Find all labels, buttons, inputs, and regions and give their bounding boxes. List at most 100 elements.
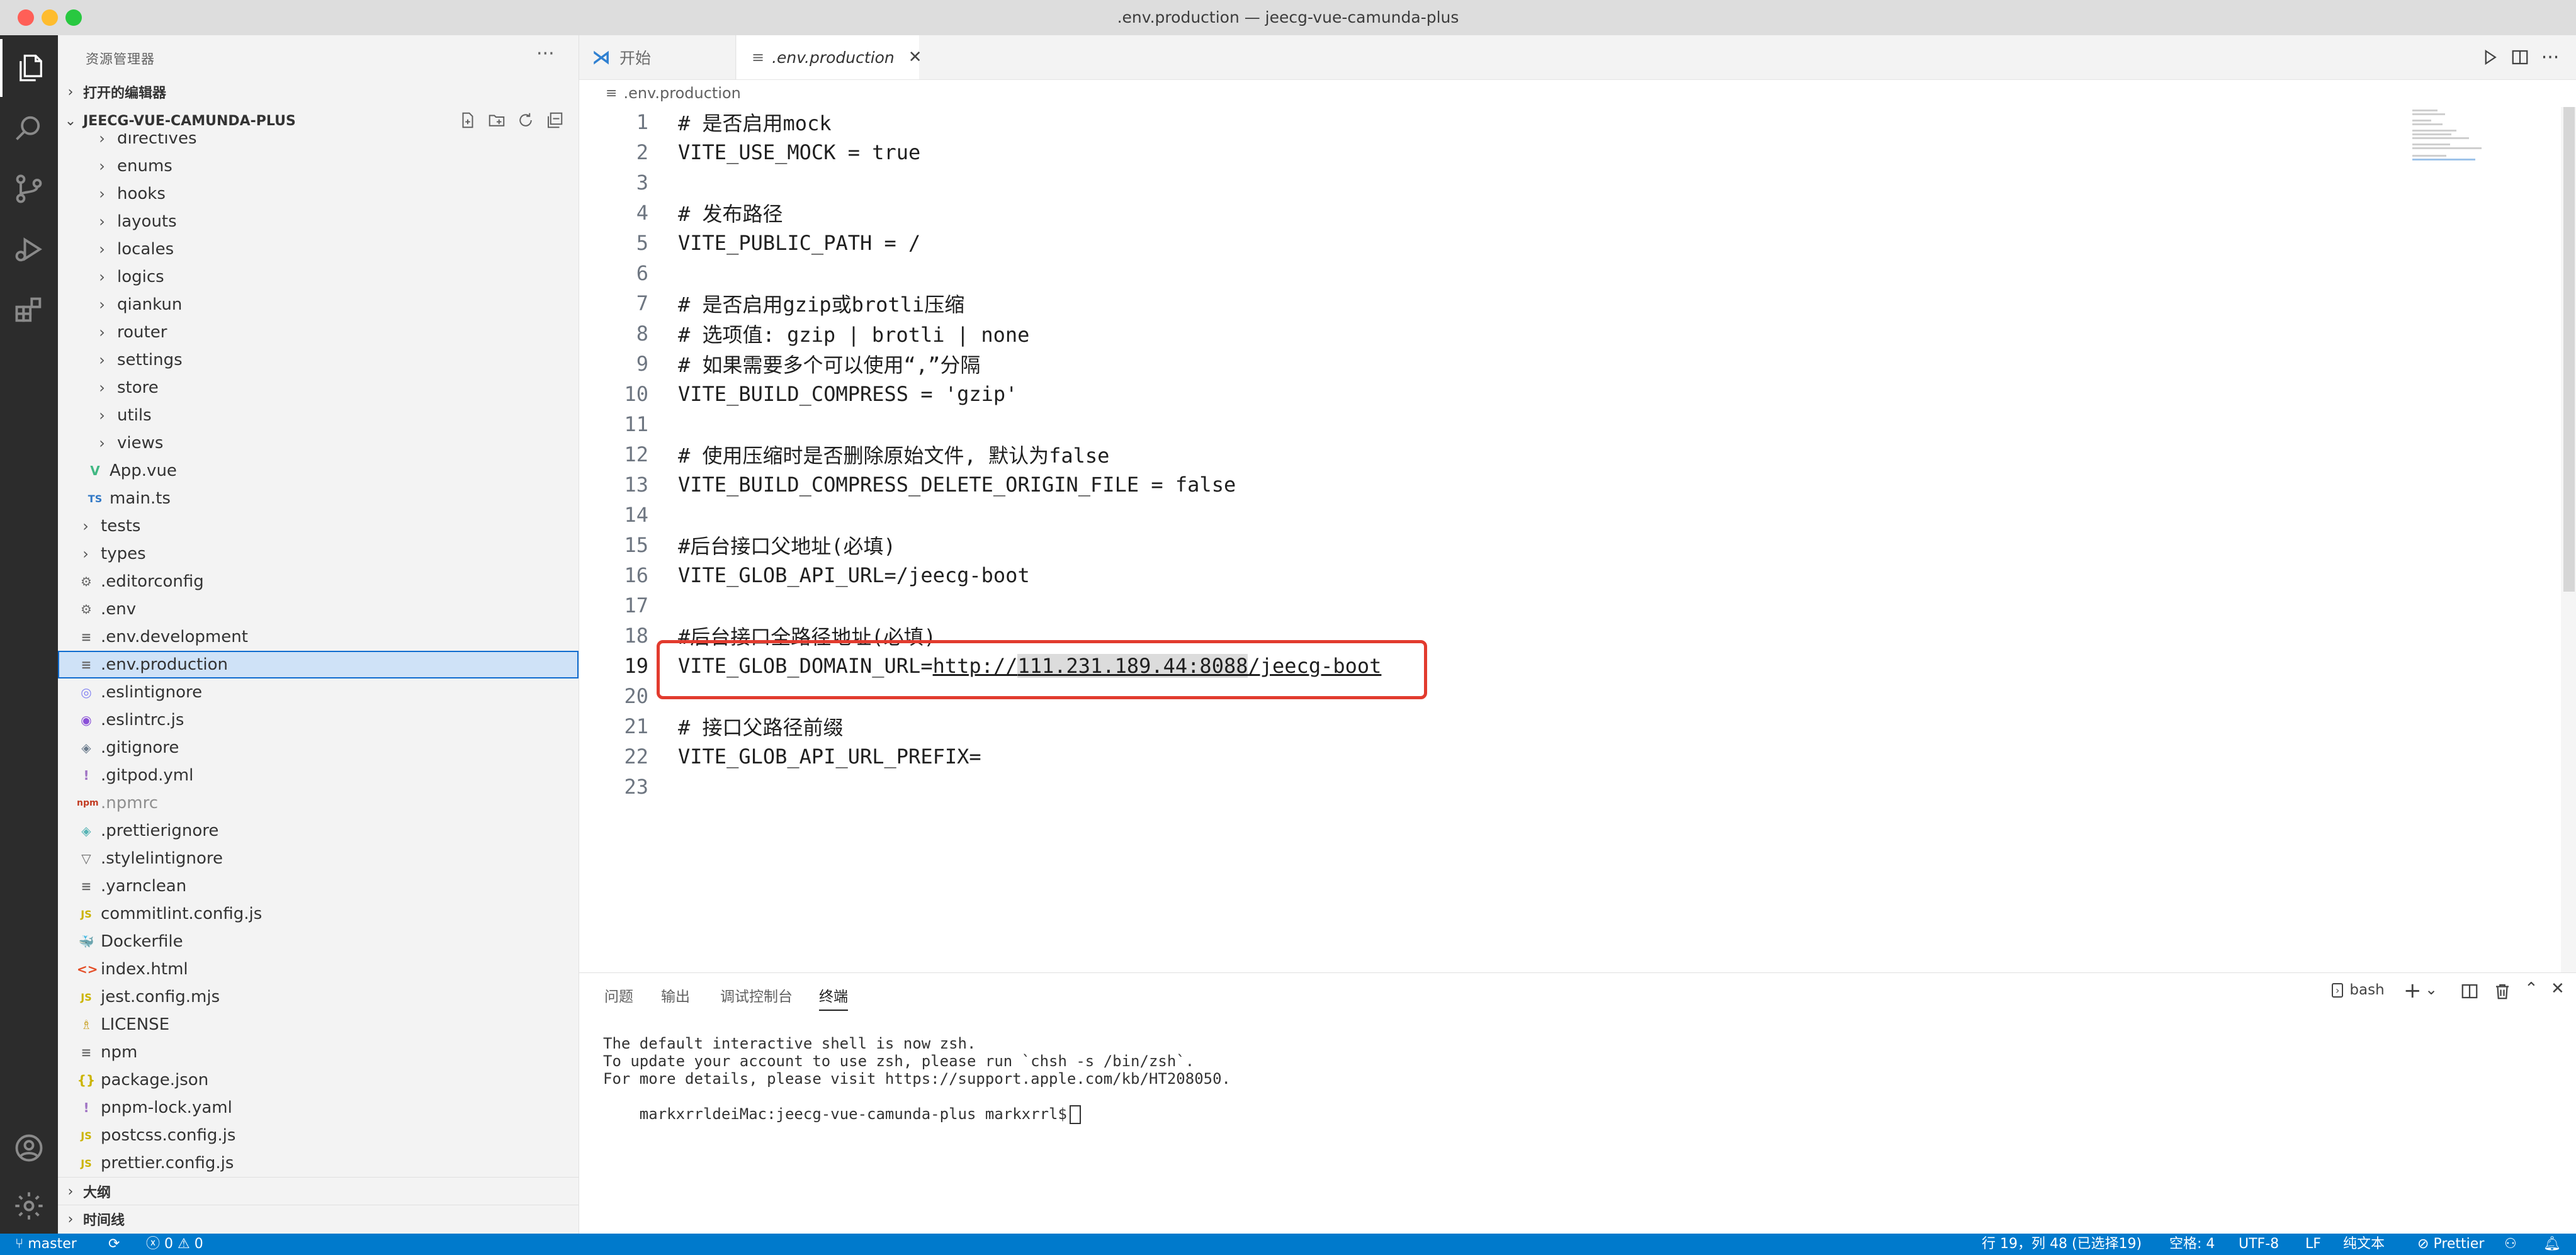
tree-item[interactable]: ≡ .env.development (58, 623, 579, 651)
tree-item[interactable]: › store (58, 374, 579, 402)
text-file-icon: ≡ (81, 629, 92, 644)
explorer-icon[interactable] (0, 39, 58, 97)
indentation[interactable]: 空格: 4 (2169, 1234, 2215, 1255)
trash-icon[interactable] (2490, 979, 2514, 1003)
branch-indicator[interactable]: ⑂ master (15, 1234, 77, 1255)
run-icon[interactable] (2478, 45, 2502, 69)
tree-item[interactable]: › directives (58, 133, 579, 152)
tab-terminal[interactable]: 终端 (819, 984, 848, 1011)
tree-item[interactable]: ⚙ .editorconfig (58, 568, 579, 595)
tree-item[interactable]: TS main.ts (58, 485, 579, 512)
prettier-status[interactable]: ⊘ Prettier (2417, 1234, 2484, 1255)
js-file-icon: JS (81, 908, 92, 920)
tree-item[interactable]: 🐳 Dockerfile (58, 928, 579, 955)
code-line: 16 VITE_GLOB_API_URL=/jeecg-boot (579, 560, 2531, 590)
maximize-panel-icon[interactable]: ⌃ (2524, 979, 2538, 998)
tab-output[interactable]: 输出 (661, 984, 690, 1006)
code-text: # 发布路径 (678, 202, 783, 226)
terminal-line: For more details, please visit https://s… (603, 1070, 1231, 1088)
tree-item[interactable]: › utils (58, 402, 579, 429)
tab-debug-console[interactable]: 调试控制台 (720, 984, 793, 1006)
tab-welcome[interactable]: ⋊ 开始 (579, 35, 736, 79)
outline-section[interactable]: › 大纲 (58, 1177, 579, 1205)
source-control-icon[interactable] (0, 160, 58, 218)
breadcrumb[interactable]: ≡ .env.production (579, 79, 2576, 107)
line-number: 3 (636, 171, 648, 194)
code-line: 13 VITE_BUILD_COMPRESS_DELETE_ORIGIN_FILE… (579, 470, 2531, 500)
refresh-icon[interactable] (514, 108, 538, 132)
tree-item[interactable]: ≡ .env.production (58, 651, 579, 678)
encoding[interactable]: UTF-8 (2239, 1234, 2279, 1255)
tree-item[interactable]: JS prettier.config.js (58, 1149, 579, 1177)
tree-item[interactable]: ◉ .eslintrc.js (58, 706, 579, 734)
tree-item[interactable]: ! .gitpod.yml (58, 762, 579, 789)
js-file-icon: JS (81, 1157, 92, 1169)
line-number: 17 (624, 594, 648, 617)
feedback-icon[interactable]: ⚇ (2504, 1234, 2517, 1255)
terminal-prompt[interactable]: markxrrldeiMac:jeecg-vue-camunda-plus ma… (603, 1088, 1081, 1142)
cursor-position[interactable]: 行 19，列 48 (已选择19) (1982, 1234, 2142, 1255)
tree-item[interactable]: JS jest.config.mjs (58, 983, 579, 1011)
new-folder-icon[interactable] (485, 108, 509, 132)
tree-item[interactable]: › enums (58, 152, 579, 180)
search-icon[interactable] (0, 99, 58, 157)
tree-item[interactable]: › locales (58, 235, 579, 263)
tree-item[interactable]: › types (58, 540, 579, 568)
tree-item[interactable]: › layouts (58, 208, 579, 235)
account-icon[interactable] (0, 1119, 58, 1177)
more-actions-icon[interactable]: ··· (2538, 45, 2562, 69)
tree-item[interactable]: ≡ npm (58, 1038, 579, 1066)
tree-item[interactable]: JS postcss.config.js (58, 1122, 579, 1149)
tree-item[interactable]: › views (58, 429, 579, 457)
tree-item[interactable]: ▽ .stylelintignore (58, 845, 579, 872)
chevron-down-icon[interactable]: ⌄ (2425, 981, 2438, 998)
tree-item[interactable]: npm .npmrc (58, 789, 579, 817)
tree-item[interactable]: ◎ .eslintignore (58, 678, 579, 706)
line-number: 2 (636, 140, 648, 164)
scrollbar-thumb[interactable] (2563, 107, 2575, 592)
tree-item[interactable]: ! pnpm-lock.yaml (58, 1094, 579, 1122)
split-terminal-icon[interactable] (2458, 979, 2482, 1003)
code-editor[interactable]: 1 # 是否启用mock 2 VITE_USE_MOCK = true 3 4 # 发布路径… (579, 107, 2576, 972)
tree-item[interactable]: › logics (58, 263, 579, 291)
tab-problems[interactable]: 问题 (604, 984, 633, 1006)
split-editor-icon[interactable] (2508, 45, 2532, 69)
tree-item[interactable]: <> index.html (58, 955, 579, 983)
more-actions-icon[interactable]: ··· (536, 43, 555, 65)
terminal-shell-selector[interactable]: › bash (2332, 982, 2385, 998)
tree-item[interactable]: {} package.json (58, 1066, 579, 1094)
tree-item[interactable]: › tests (58, 512, 579, 540)
tree-item[interactable]: › hooks (58, 180, 579, 208)
language-mode[interactable]: 纯文本 (2343, 1234, 2385, 1255)
tree-item-label: .env.production (101, 655, 228, 674)
code-line: 21 # 接口父路径前缀 (579, 711, 2531, 741)
new-terminal-icon[interactable]: + (2404, 978, 2422, 1003)
tree-item[interactable]: ♗ LICENSE (58, 1011, 579, 1038)
minimap[interactable] (2411, 107, 2487, 164)
tree-item[interactable]: ≡ .yarnclean (58, 872, 579, 900)
sync-icon[interactable]: ⟳ (108, 1234, 120, 1255)
settings-gear-icon[interactable] (0, 1177, 58, 1235)
extensions-icon[interactable] (0, 281, 58, 339)
problems-indicator[interactable]: ⓧ 0 ⚠ 0 (146, 1234, 203, 1255)
tree-item[interactable]: ◈ .prettierignore (58, 817, 579, 845)
tree-item[interactable]: ◈ .gitignore (58, 734, 579, 762)
tree-item-label: postcss.config.js (101, 1126, 236, 1145)
timeline-section[interactable]: › 时间线 (58, 1205, 579, 1233)
tree-item[interactable]: › settings (58, 346, 579, 374)
tree-item[interactable]: › qiankun (58, 291, 579, 318)
close-panel-icon[interactable]: ✕ (2551, 979, 2565, 998)
tree-item[interactable]: JS commitlint.config.js (58, 900, 579, 928)
close-tab-icon[interactable]: ✕ (908, 48, 922, 67)
tree-item[interactable]: › router (58, 318, 579, 346)
notifications-bell-icon[interactable]: 🔔︎ (2543, 1234, 2561, 1255)
collapse-all-icon[interactable] (543, 108, 567, 132)
run-debug-icon[interactable] (0, 220, 58, 278)
tree-item[interactable]: V App.vue (58, 457, 579, 485)
tree-item[interactable]: ⚙ .env (58, 595, 579, 623)
html-file-icon: <> (77, 962, 98, 977)
open-editors-section[interactable]: › 打开的编辑器 (58, 78, 579, 106)
new-file-icon[interactable] (456, 108, 480, 132)
end-of-line[interactable]: LF (2305, 1234, 2321, 1255)
tab-env-production[interactable]: ≡ .env.production ✕ (737, 35, 922, 79)
